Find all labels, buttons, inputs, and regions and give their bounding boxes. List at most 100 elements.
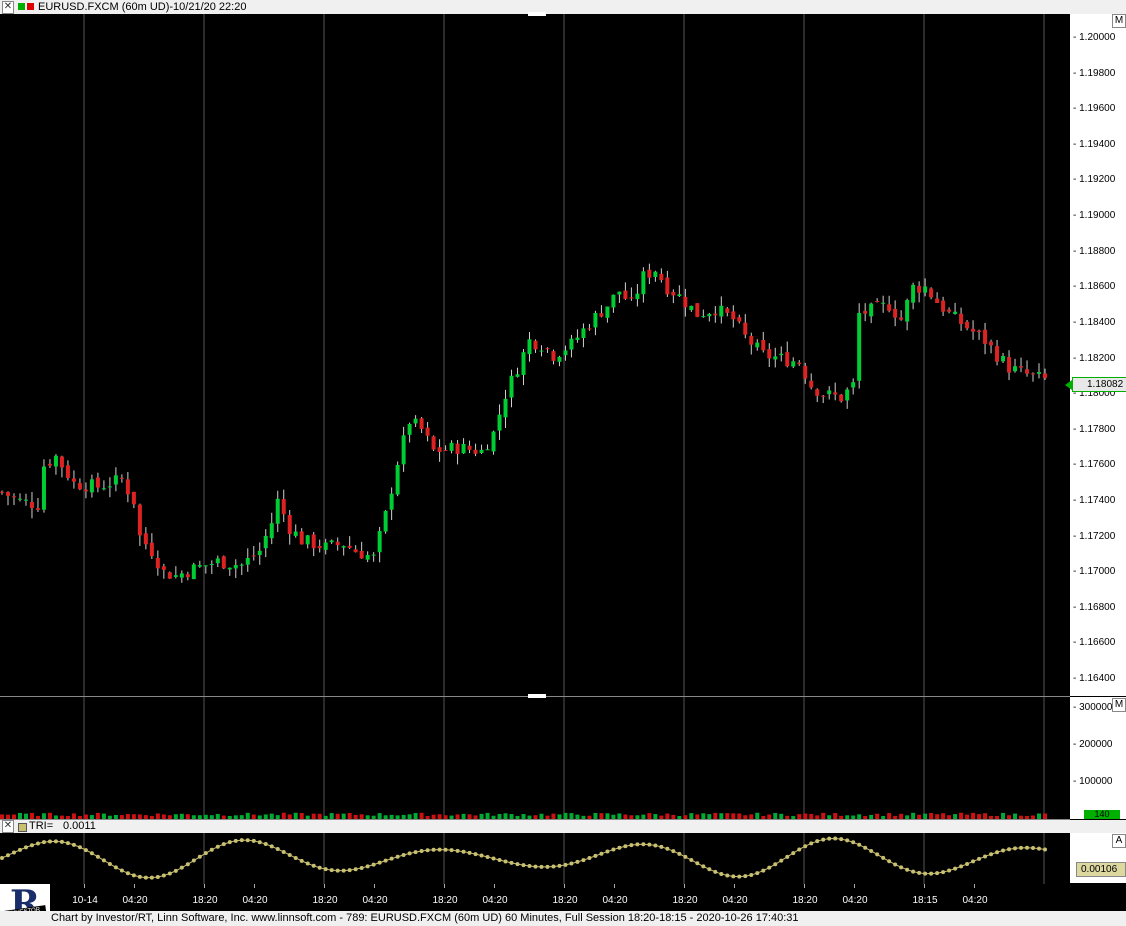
candle [905, 298, 910, 331]
candle [125, 472, 130, 503]
candle [761, 331, 766, 353]
panel-resize-handle[interactable] [528, 694, 546, 698]
tri-point [473, 852, 478, 857]
tri-last-marker: 0.00106 [1076, 862, 1126, 877]
volume-bar [947, 815, 952, 819]
candle [887, 295, 892, 313]
volume-axis[interactable]: M - 300000- 200000- 100000 140 [1070, 697, 1126, 819]
tri-point [653, 843, 658, 848]
tri-point [449, 848, 454, 853]
tri-point [107, 861, 112, 866]
volume-bar [941, 813, 946, 819]
time-tick-mark [854, 884, 855, 888]
tri-point [83, 848, 88, 853]
time-axis[interactable]: 10-14 04:20 18:20 04:20 18:20 04:20 18:20 04:20… [50, 884, 1126, 911]
price-tick-label: - 1.16800 [1073, 601, 1116, 613]
volume-bar [545, 815, 550, 819]
tri-point [659, 844, 664, 849]
volume-bar [359, 814, 364, 819]
time-tick-label: 04:20 [962, 895, 988, 906]
candle [509, 369, 514, 408]
candle [281, 489, 286, 522]
tri-point [941, 870, 946, 875]
candle [35, 498, 40, 512]
candle [767, 343, 772, 368]
candle [77, 478, 82, 491]
volume-bar [107, 815, 112, 819]
candle [707, 312, 712, 322]
candle [503, 389, 508, 428]
candle [59, 455, 64, 478]
volume-tick-label: - 100000 [1073, 776, 1113, 788]
price-axis[interactable]: M - 1.20000- 1.19800- 1.19600- 1.19400- … [1070, 14, 1126, 696]
candle [869, 302, 874, 324]
candle [719, 296, 724, 324]
candle [65, 460, 70, 481]
volume-bar [857, 814, 862, 819]
volume-bar [317, 813, 322, 819]
candle [497, 404, 502, 441]
volume-bar [539, 813, 544, 819]
chart-canvas[interactable] [0, 0, 1126, 926]
candle [53, 454, 58, 475]
candle [689, 305, 694, 312]
tri-point [467, 850, 472, 855]
volume-bar [995, 815, 1000, 819]
volume-bar [23, 813, 28, 819]
panel-resize-handle-top[interactable] [528, 12, 546, 16]
tri-axis[interactable]: A 0.00106 [1070, 833, 1126, 883]
volume-bar [11, 814, 16, 819]
volume-bar [329, 813, 334, 819]
tri-point [833, 836, 838, 841]
tri-point [797, 847, 802, 852]
tri-point [701, 864, 706, 869]
volume-bar [911, 812, 916, 819]
volume-bar [593, 812, 598, 819]
candle [0, 490, 4, 495]
tri-point [785, 854, 790, 859]
candle [353, 545, 358, 553]
volume-bar [671, 814, 676, 819]
volume-bar [509, 814, 514, 819]
volume-bar [863, 816, 868, 819]
volume-bar [305, 815, 310, 819]
candle [533, 339, 538, 353]
candle [551, 349, 556, 365]
candle [473, 443, 478, 457]
tri-point [311, 863, 316, 868]
tri-point [35, 841, 40, 846]
tri-point [263, 842, 268, 847]
time-tick-mark [204, 884, 205, 888]
candle [713, 306, 718, 323]
candle [11, 493, 16, 506]
volume-bar [551, 813, 556, 819]
candle [569, 334, 574, 358]
tri-point [779, 858, 784, 863]
volume-bar [905, 815, 910, 819]
candle [575, 329, 580, 343]
volume-bars [0, 812, 1047, 819]
tri-point [821, 837, 826, 842]
candle [1037, 363, 1042, 379]
tri-point [881, 855, 886, 860]
tri-point [155, 874, 160, 879]
tri-line [0, 836, 1047, 880]
volume-bar [311, 813, 316, 819]
volume-bar [485, 812, 490, 819]
tri-point [383, 858, 388, 863]
candle [773, 347, 778, 368]
candle [953, 302, 958, 315]
tri-point [923, 871, 928, 876]
volume-bar [461, 813, 466, 819]
tri-point [737, 874, 742, 879]
time-tick-mark [974, 884, 975, 888]
volume-bar [617, 813, 622, 819]
volume-bar [635, 815, 640, 819]
tri-point [773, 862, 778, 867]
volume-bar [1025, 815, 1030, 819]
volume-bar [473, 815, 478, 819]
tri-point [851, 840, 856, 845]
tri-close-icon[interactable]: ✕ [2, 820, 14, 833]
tri-point [827, 836, 832, 841]
tri-scale-button[interactable]: A [1112, 834, 1126, 848]
